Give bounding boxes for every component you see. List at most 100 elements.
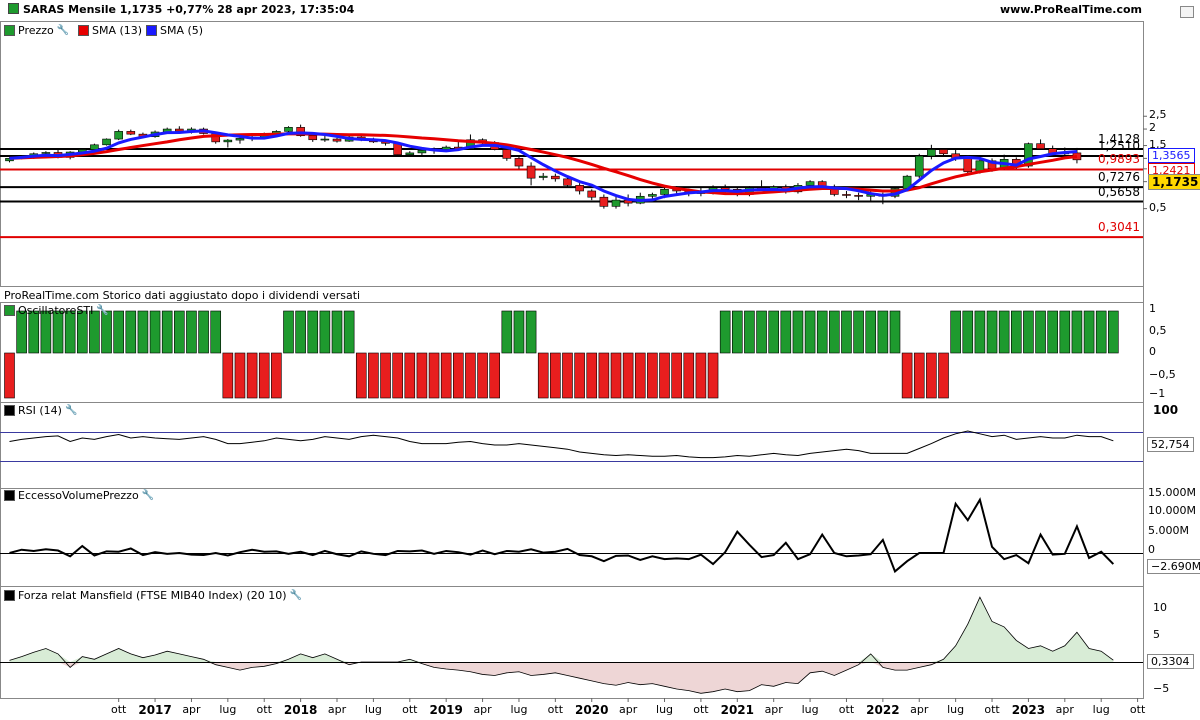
mansfield-positive-area — [9, 597, 1114, 662]
mansfield-axis-label: −5 — [1153, 682, 1170, 695]
legend-price[interactable]: Prezzo 🔧 — [4, 24, 69, 37]
sti-bar-down — [926, 352, 937, 399]
sti-bar-down — [404, 352, 416, 399]
mansfield-axis-label: 5 — [1153, 628, 1160, 641]
level-label: 0,5658 — [1098, 184, 1140, 199]
sti-bar-up — [149, 310, 161, 354]
x-axis-label: 2021 — [720, 703, 754, 717]
sti-bar-up — [756, 310, 767, 354]
sti-axis-label: 0 — [1149, 345, 1156, 358]
candle-body — [235, 138, 245, 141]
sti-bar-up — [986, 310, 998, 354]
sti-bar-down — [465, 352, 476, 399]
sti-bar-down — [550, 352, 561, 399]
sma5-value-box: 1,3565 — [1148, 148, 1195, 163]
candle-body — [320, 138, 330, 141]
sti-axis-label: −1 — [1149, 387, 1166, 400]
x-axis-label: ott — [256, 703, 272, 716]
price-axis-label: 0,5 — [1149, 200, 1167, 214]
candle-body — [514, 158, 524, 167]
candle-body — [720, 187, 730, 190]
x-axis-label: 2020 — [575, 703, 609, 717]
x-axis-label: lug — [801, 703, 819, 716]
chart-title: SARAS Mensile 1,1735 +0,77% 28 apr 2023,… — [8, 3, 354, 16]
x-axis-label: apr — [1055, 703, 1074, 716]
sti-bar-up — [161, 310, 173, 354]
sti-bar-down — [392, 352, 403, 399]
sti-bar-up — [186, 310, 197, 354]
sti-bar-down — [234, 352, 246, 399]
sti-bar-down — [416, 352, 428, 399]
sti-bar-up — [52, 310, 64, 354]
x-axis-label: ott — [693, 703, 709, 716]
x-axis-label: apr — [910, 703, 929, 716]
rsi-axis-100: 100 — [1153, 403, 1179, 417]
x-axis-label: 2017 — [138, 703, 172, 717]
sti-bar-up — [853, 310, 864, 354]
sti-bar-up — [780, 310, 792, 354]
sti-bar-down — [562, 352, 573, 399]
legend-sma5[interactable]: SMA (5) — [146, 24, 203, 37]
mansfield-title[interactable]: Forza relat Mansfield (FTSE MIB40 Index)… — [4, 589, 302, 602]
sti-bar-down — [271, 352, 282, 399]
wrench-icon[interactable]: 🔧 — [57, 25, 69, 36]
sti-axis-label: 1 — [1149, 302, 1156, 315]
candle-body — [405, 152, 415, 155]
candle-body — [563, 178, 572, 186]
sti-bar-down — [901, 352, 913, 399]
eccesso-line — [9, 497, 1115, 574]
eccesso-title[interactable]: EccessoVolumePrezzo 🔧 — [4, 489, 154, 502]
eccesso-axis-label: 10.000M — [1148, 504, 1196, 517]
sti-bar-down — [913, 352, 925, 399]
wrench-icon[interactable]: 🔧 — [96, 305, 108, 316]
sti-bar-up — [210, 310, 222, 354]
eccesso-axis-label: 0 — [1148, 543, 1155, 556]
price-value-box: 1,1735 — [1148, 174, 1200, 190]
sti-bar-up — [1023, 310, 1034, 354]
sti-bar-down — [683, 352, 695, 399]
x-axis-label: apr — [327, 703, 347, 716]
sti-bar-up — [319, 310, 331, 354]
rsi-value-box: 52,754 — [1147, 437, 1194, 452]
wrench-icon[interactable]: 🔧 — [290, 590, 302, 601]
sti-bar-up — [513, 310, 525, 354]
candle-body — [1036, 143, 1045, 150]
legend-sma13[interactable]: SMA (13) — [78, 24, 142, 37]
sti-bar-up — [962, 310, 974, 354]
x-axis-label: 2019 — [429, 703, 463, 717]
site-link[interactable]: www.ProRealTime.com — [1000, 3, 1142, 16]
sti-bar-down — [586, 352, 598, 399]
candle-body — [526, 165, 536, 179]
sti-title[interactable]: OscillatoreSTI 🔧 — [4, 304, 109, 317]
sti-bar-up — [125, 310, 137, 354]
sti-bar-up — [841, 310, 852, 354]
sti-bar-up — [974, 310, 986, 354]
sti-bar-down — [428, 352, 440, 399]
sti-bar-down — [634, 352, 646, 399]
panel-frame-3 — [0, 488, 1144, 587]
window-icon[interactable] — [1180, 6, 1194, 18]
sma5-swatch-icon — [146, 25, 157, 36]
eccesso-axis-label: 5.000M — [1148, 524, 1189, 537]
sti-bar-up — [1095, 310, 1107, 354]
sti-bar-up — [137, 310, 149, 354]
sti-bar-up — [744, 310, 755, 354]
wrench-icon[interactable]: 🔧 — [142, 490, 154, 501]
x-axis-label: ott — [838, 703, 855, 716]
sti-bar-down — [355, 352, 367, 399]
sti-bar-up — [1108, 310, 1119, 354]
x-axis-label: apr — [182, 703, 201, 716]
candle-body — [417, 150, 427, 154]
candle-body — [611, 199, 621, 207]
candle-body — [284, 127, 293, 132]
sti-bar-up — [889, 310, 901, 354]
sma13-swatch-icon — [78, 25, 89, 36]
x-axis-label: ott — [547, 703, 564, 716]
wrench-icon[interactable]: 🔧 — [65, 405, 77, 416]
sti-bar-up — [283, 310, 294, 354]
sti-bar-up — [877, 310, 889, 354]
x-axis-label: lug — [656, 703, 674, 716]
x-axis-label: 2023 — [1011, 703, 1046, 717]
sti-bar-up — [1071, 310, 1083, 354]
rsi-title[interactable]: RSI (14) 🔧 — [4, 404, 77, 417]
